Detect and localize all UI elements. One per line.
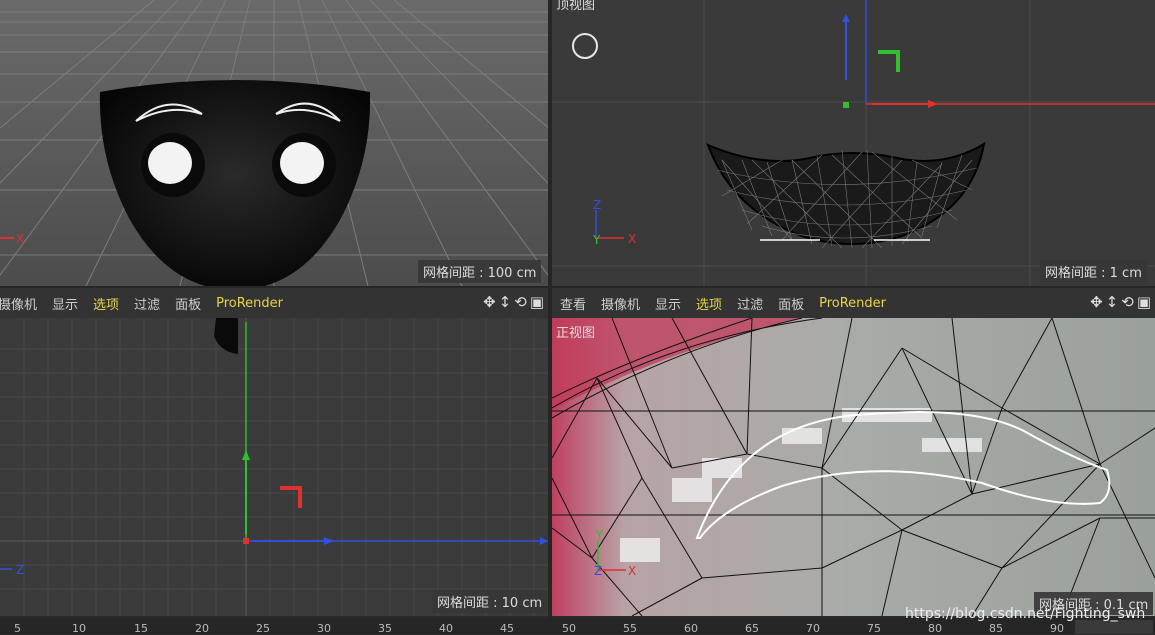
menu-view[interactable]: 查看 (560, 294, 586, 313)
maximize-view-icon[interactable]: ▣ (530, 294, 544, 310)
menu-display[interactable]: 显示 (655, 294, 681, 313)
timeline-tick: 85 (989, 622, 1003, 635)
maximize-view-icon[interactable]: ▣ (1137, 294, 1151, 310)
menu-prorender[interactable]: ProRender (819, 296, 886, 311)
top-view-scene: Z Y X (552, 0, 1155, 286)
timeline-tick: 35 (378, 622, 392, 635)
axis-x-label: X (628, 564, 636, 578)
axis-y-label: Y (595, 528, 604, 542)
zoom-view-icon[interactable]: ↕ (499, 294, 512, 310)
timeline-tick: 20 (195, 622, 209, 635)
circle-object[interactable] (572, 33, 598, 59)
viewport-menubar-right: 查看 摄像机 显示 选项 过滤 面板 ProRender ✥ ↕ ⟲ ▣ (552, 288, 1155, 318)
front-view-scene: Y Z X (552, 318, 1155, 616)
timeline-tick: 75 (867, 622, 881, 635)
menu-filter[interactable]: 过滤 (134, 294, 160, 313)
menu-display[interactable]: 显示 (52, 294, 78, 313)
watermark-text: https://blog.csdn.net/Fighting_swh (905, 606, 1146, 622)
menu-filter[interactable]: 过滤 (737, 294, 763, 313)
move-view-icon[interactable]: ✥ (1090, 294, 1103, 310)
axis-y-label: Y (592, 233, 601, 247)
viewport-title: 顶视图 (556, 0, 596, 13)
menu-options[interactable]: 选项 (696, 294, 722, 313)
axis-z-label: Z (593, 198, 601, 212)
menu-options[interactable]: 选项 (93, 294, 119, 313)
rotate-view-icon[interactable]: ⟲ (1121, 294, 1134, 310)
timeline-tick: 40 (439, 622, 453, 635)
timeline-tick: 50 (562, 622, 576, 635)
axis-z-label: Z (16, 563, 24, 577)
timeline-tick: 10 (72, 622, 86, 635)
viewport-nav-icons: ✥ ↕ ⟲ ▣ (483, 294, 544, 310)
axis-x-label: X (628, 232, 636, 246)
viewport-front[interactable]: Y Z X 正视图 网格间距 : 0.1 cm (552, 318, 1155, 616)
menu-panel[interactable]: 面板 (175, 294, 201, 313)
viewport-nav-icons: ✥ ↕ ⟲ ▣ (1090, 294, 1151, 310)
side-grid (0, 318, 548, 616)
grid-spacing-label: 网格间距 : 100 cm (418, 260, 542, 283)
gizmo-plane-handle[interactable] (280, 486, 302, 508)
viewport-top[interactable]: Z Y X 顶视图 网格间距 : 1 cm (552, 0, 1155, 286)
viewport-perspective[interactable]: X 网格间距 : 100 cm (0, 0, 548, 286)
viewport-side[interactable]: Z 网格间距 : 10 cm (0, 318, 548, 616)
perspective-scene: X (0, 0, 548, 286)
rotate-view-icon[interactable]: ⟲ (514, 294, 527, 310)
mesh-bowl[interactable] (706, 142, 986, 249)
viewport-menubar-left: 摄像机 显示 选项 过滤 面板 ProRender ✥ ↕ ⟲ ▣ (0, 288, 548, 318)
viewport-title: 正视图 (556, 326, 596, 341)
timeline-tick: 70 (806, 622, 820, 635)
menu-camera[interactable]: 摄像机 (0, 294, 37, 313)
timeline-tick: 60 (684, 622, 698, 635)
menu-panel[interactable]: 面板 (778, 294, 804, 313)
move-view-icon[interactable]: ✥ (483, 294, 496, 310)
menu-prorender[interactable]: ProRender (216, 296, 283, 311)
timeline-tick: 90 (1050, 622, 1064, 635)
timeline-tick: 25 (256, 622, 270, 635)
axis-x-label: X (16, 232, 24, 246)
axis-z-label: Z (594, 564, 602, 578)
timeline-tick: 65 (745, 622, 759, 635)
gizmo-center[interactable] (843, 102, 849, 108)
timeline-tick: 80 (928, 622, 942, 635)
timeline-tick: 45 (500, 622, 514, 635)
zoom-view-icon[interactable]: ↕ (1106, 294, 1119, 310)
current-frame-field[interactable] (1075, 620, 1153, 634)
gizmo-plane-handle[interactable] (878, 50, 900, 72)
timeline-tick: 30 (317, 622, 331, 635)
grid-spacing-label: 网格间距 : 1 cm (1040, 260, 1147, 283)
timeline-tick: 55 (623, 622, 637, 635)
grid-spacing-label: 网格间距 : 10 cm (432, 590, 548, 613)
gizmo-center[interactable] (243, 538, 249, 544)
timeline-tick: 15 (134, 622, 148, 635)
side-view-scene: Z (0, 318, 548, 616)
timeline-tick: 5 (14, 622, 21, 635)
menu-camera[interactable]: 摄像机 (601, 294, 640, 313)
